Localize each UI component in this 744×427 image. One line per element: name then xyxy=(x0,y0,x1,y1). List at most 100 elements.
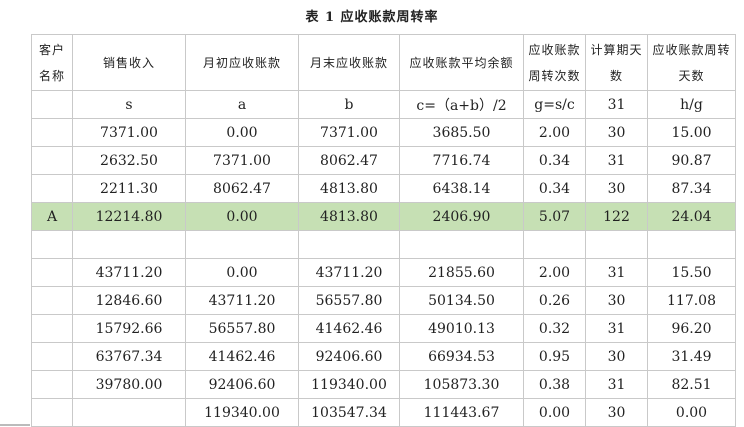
table-cell: 30 xyxy=(585,118,648,147)
table-cell: 30 xyxy=(585,286,648,315)
table-row: 2211.30 8062.47 4813.80 6438.14 0.34 30 87.34 xyxy=(31,174,736,203)
table-cell: 43711.20 xyxy=(298,258,400,287)
header-cell: 应收账款周转天数 xyxy=(647,34,736,91)
table-cell: 8062.47 xyxy=(185,174,299,203)
table-cell: 49010.13 xyxy=(399,314,524,343)
table-cell: 2.00 xyxy=(523,258,586,287)
customer-name-cell xyxy=(31,146,73,175)
table-cell xyxy=(399,230,524,259)
header-cell: 应收账款平均余额 xyxy=(399,34,524,91)
receivables-turnover-table: 客户名称 销售收入 月初应收账款 月末应收账款 应收账款平均余额 应收账款周转次… xyxy=(31,34,736,427)
table-row: 43711.20 0.00 43711.20 21855.60 2.00 31 15.50 xyxy=(31,258,736,287)
table-cell: 30 xyxy=(585,342,648,371)
table-cell: 87.34 xyxy=(647,174,736,203)
header-cell: 月初应收账款 xyxy=(185,34,299,91)
customer-name-cell xyxy=(31,286,73,315)
customer-name-cell xyxy=(31,258,73,287)
table-cell: 119340.00 xyxy=(185,398,299,427)
table-cell: 12214.80 xyxy=(72,202,186,231)
table-cell: 30 xyxy=(585,174,648,203)
formula-cell: c=（a+b）/2 xyxy=(399,90,524,119)
table-cell: 92406.60 xyxy=(185,370,299,399)
table-row: 12846.60 43711.20 56557.80 50134.50 0.26 30 11… xyxy=(31,286,736,315)
table-title: 表 1 应收账款周转率 xyxy=(305,10,439,25)
table-cell: 56557.80 xyxy=(298,286,400,315)
table-cell: 39780.00 xyxy=(72,370,186,399)
customer-name-cell xyxy=(31,342,73,371)
table-cell: 31 xyxy=(585,258,648,287)
table-row: 63767.34 41462.46 92406.60 66934.53 0.95 30 31… xyxy=(31,342,736,371)
formula-cell: s xyxy=(72,90,186,119)
table-row xyxy=(31,230,736,259)
formula-cell: b xyxy=(298,90,400,119)
table-cell: 119340.00 xyxy=(298,370,400,399)
table-cell: 2406.90 xyxy=(399,202,524,231)
table-cell: 31 xyxy=(585,370,648,399)
table-cell xyxy=(298,230,400,259)
table-cell: 2.00 xyxy=(523,118,586,147)
header-cell: 销售收入 xyxy=(72,34,186,91)
table-cell xyxy=(72,398,186,427)
customer-name-cell: A xyxy=(31,202,73,231)
header-cell: 应收账款周转次数 xyxy=(523,34,586,91)
table-row: 2632.50 7371.00 8062.47 7716.74 0.34 31 90.87 xyxy=(31,146,736,175)
table-cell: 92406.60 xyxy=(298,342,400,371)
table-cell: 30 xyxy=(585,398,648,427)
table-cell: 2211.30 xyxy=(72,174,186,203)
table-cell: 21855.60 xyxy=(399,258,524,287)
table-cell: 5.07 xyxy=(523,202,586,231)
header-row: 客户名称 销售收入 月初应收账款 月末应收账款 应收账款平均余额 应收账款周转次… xyxy=(31,34,736,91)
customer-name-cell xyxy=(31,230,73,259)
table-cell: 12846.60 xyxy=(72,286,186,315)
table-cell: 105873.30 xyxy=(399,370,524,399)
table-cell xyxy=(185,230,299,259)
customer-name-cell xyxy=(31,370,73,399)
table-cell: 0.00 xyxy=(185,202,299,231)
table-cell: 0.34 xyxy=(523,146,586,175)
table-cell: 15.00 xyxy=(647,118,736,147)
header-cell: 计算期天数 xyxy=(585,34,648,91)
table-cell: 66934.53 xyxy=(399,342,524,371)
table-cell: 96.20 xyxy=(647,314,736,343)
table-cell: 43711.20 xyxy=(72,258,186,287)
table-row: 119340.00 103547.34 111443.67 0.00 30 0.00 xyxy=(31,398,736,427)
table-cell: 4813.80 xyxy=(298,202,400,231)
table-cell: 7716.74 xyxy=(399,146,524,175)
table-row: 15792.66 56557.80 41462.46 49010.13 0.32 31 96… xyxy=(31,314,736,343)
table-cell: 31 xyxy=(585,314,648,343)
table-cell: 56557.80 xyxy=(185,314,299,343)
table-cell: 15.50 xyxy=(647,258,736,287)
table-cell: 0.00 xyxy=(185,118,299,147)
table-cell: 31 xyxy=(585,146,648,175)
formula-row: s a b c=（a+b）/2 g=s/c 31 h/g xyxy=(31,90,736,119)
table-cell: 31.49 xyxy=(647,342,736,371)
header-cell: 月末应收账款 xyxy=(298,34,400,91)
table-cell: 7371.00 xyxy=(185,146,299,175)
table-row: 7371.00 0.00 7371.00 3685.50 2.00 30 15.00 xyxy=(31,118,736,147)
table-row: A 12214.80 0.00 4813.80 2406.90 5.07 122 24.04 xyxy=(31,202,736,231)
customer-name-cell xyxy=(31,314,73,343)
table-cell xyxy=(72,230,186,259)
table-cell: 90.87 xyxy=(647,146,736,175)
formula-cell: h/g xyxy=(647,90,736,119)
table-cell: 103547.34 xyxy=(298,398,400,427)
table-cell: 82.51 xyxy=(647,370,736,399)
table-row: 39780.00 92406.60 119340.00 105873.30 0.38 31… xyxy=(31,370,736,399)
table-cell: 0.38 xyxy=(523,370,586,399)
table-cell: 2632.50 xyxy=(72,146,186,175)
table-cell xyxy=(523,230,586,259)
table-cell xyxy=(585,230,648,259)
table-cell: 0.00 xyxy=(185,258,299,287)
table-cell: 0.00 xyxy=(523,398,586,427)
header-cell: 客户名称 xyxy=(31,34,73,91)
formula-cell: g=s/c xyxy=(523,90,586,119)
table-cell: 6438.14 xyxy=(399,174,524,203)
table-cell: 15792.66 xyxy=(72,314,186,343)
table-cell: 3685.50 xyxy=(399,118,524,147)
table-cell: 7371.00 xyxy=(298,118,400,147)
customer-name-cell xyxy=(31,398,73,427)
table-cell: 41462.46 xyxy=(298,314,400,343)
table-cell: 0.32 xyxy=(523,314,586,343)
table-cell: 4813.80 xyxy=(298,174,400,203)
table-cell: 50134.50 xyxy=(399,286,524,315)
